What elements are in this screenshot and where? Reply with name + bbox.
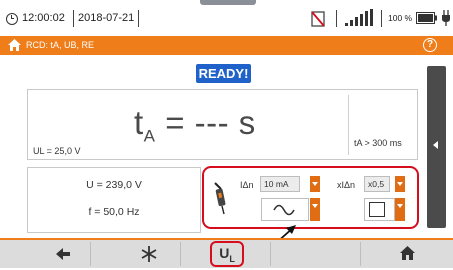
status-date: 2018-07-21 bbox=[78, 12, 135, 24]
battery-percent: 100 % bbox=[388, 13, 413, 23]
toolbar-separator bbox=[90, 242, 91, 266]
ul-limit-button[interactable]: UL bbox=[210, 241, 244, 267]
multiplier-dropdown-arrow[interactable] bbox=[395, 176, 405, 192]
battery-icon bbox=[416, 12, 437, 24]
side-panel-arrow-icon bbox=[433, 141, 438, 149]
plug-icon bbox=[442, 10, 450, 26]
trip-time-symbol: t bbox=[134, 104, 144, 141]
ul-button-subscript: L bbox=[229, 253, 235, 264]
idn-dropdown[interactable]: 10 mA bbox=[260, 176, 300, 192]
trip-time-subscript: A bbox=[143, 126, 156, 146]
clock-icon bbox=[6, 13, 18, 25]
result-separator bbox=[348, 95, 349, 155]
status-separator bbox=[381, 10, 382, 27]
ready-status: READY! bbox=[196, 64, 251, 83]
trip-time-value: = --- s bbox=[165, 104, 256, 141]
square-wave-icon bbox=[369, 202, 385, 217]
back-arrow-icon[interactable] bbox=[56, 248, 70, 260]
ul-limit-value: UL = 25,0 V bbox=[33, 146, 81, 156]
signal-bars-icon bbox=[345, 9, 373, 26]
ul-button-label: U bbox=[219, 245, 230, 261]
waveform-dropdown[interactable] bbox=[261, 198, 309, 221]
status-separator bbox=[336, 10, 337, 27]
voltage-reading: U = 239,0 V bbox=[86, 179, 142, 191]
toolbar-separator bbox=[180, 242, 181, 266]
toolbar-separator bbox=[270, 242, 271, 266]
settings-star-icon[interactable] bbox=[141, 246, 157, 262]
status-separator bbox=[138, 10, 139, 27]
toolbar-separator bbox=[360, 242, 361, 266]
no-signal-icon bbox=[311, 11, 325, 27]
idn-dropdown-arrow[interactable] bbox=[310, 176, 320, 192]
waveform-dropdown-arrow[interactable] bbox=[310, 198, 320, 221]
sine-wave-icon bbox=[273, 204, 295, 216]
trip-time-result: tA = --- s bbox=[134, 104, 256, 147]
help-icon[interactable]: ? bbox=[423, 38, 437, 52]
multiplier-label: xIΔn bbox=[337, 180, 356, 190]
status-separator bbox=[73, 10, 74, 27]
screen-title: RCD: tA, UB, RE bbox=[26, 40, 95, 50]
frequency-reading: f = 50,0 Hz bbox=[88, 206, 140, 218]
home-icon[interactable] bbox=[400, 246, 415, 260]
measurement-panel bbox=[27, 167, 201, 233]
status-time: 12:00:02 bbox=[22, 12, 65, 24]
probe-icon bbox=[214, 182, 226, 215]
trip-time-limit: tA > 300 ms bbox=[354, 138, 402, 148]
test-type-dropdown-arrow[interactable] bbox=[395, 198, 405, 221]
status-bar bbox=[0, 5, 453, 34]
idn-label: IΔn bbox=[240, 180, 254, 190]
home-icon[interactable] bbox=[7, 38, 22, 52]
multiplier-dropdown[interactable]: x0,5 bbox=[364, 176, 390, 192]
